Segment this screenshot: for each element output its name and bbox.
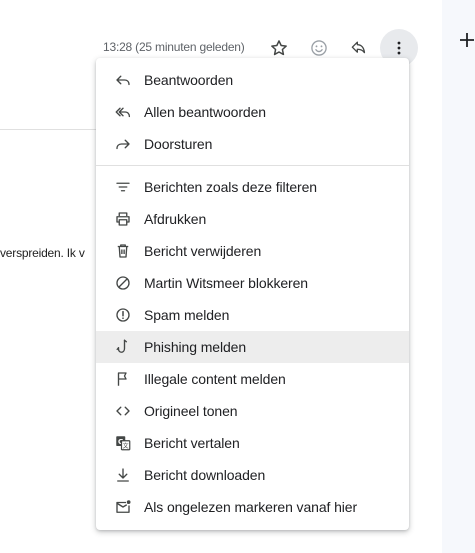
menu-item-forward[interactable]: Doorsturen	[96, 128, 409, 160]
menu-item-label: Illegale content melden	[144, 371, 286, 387]
menu-item-label: Als ongelezen markeren vanaf hier	[144, 499, 358, 515]
menu-item-download[interactable]: Bericht downloaden	[96, 459, 409, 491]
menu-item-label: Doorsturen	[144, 136, 213, 152]
print-icon	[114, 210, 132, 228]
menu-item-report-spam[interactable]: Spam melden	[96, 299, 409, 331]
menu-item-label: Berichten zoals deze filteren	[144, 179, 317, 195]
mark-unread-icon	[114, 498, 132, 516]
menu-item-reply[interactable]: Beantwoorden	[96, 64, 409, 96]
message-timestamp: 13:28 (25 minuten geleden)	[103, 40, 245, 54]
menu-item-label: Bericht verwijderen	[144, 243, 262, 259]
menu-item-show-original[interactable]: Origineel tonen	[96, 395, 409, 427]
report-icon	[114, 306, 132, 324]
download-icon	[114, 466, 132, 484]
menu-item-delete[interactable]: Bericht verwijderen	[96, 235, 409, 267]
message-options-menu: Beantwoorden Allen beantwoorden Doorstur…	[96, 58, 409, 530]
menu-item-label: Beantwoorden	[144, 72, 234, 88]
svg-text:文: 文	[123, 442, 129, 450]
menu-item-label: Origineel tonen	[144, 403, 238, 419]
menu-item-block-sender[interactable]: Martin Witsmeer blokkeren	[96, 267, 409, 299]
menu-item-print[interactable]: Afdrukken	[96, 203, 409, 235]
menu-item-report-illegal[interactable]: Illegale content melden	[96, 363, 409, 395]
plus-icon[interactable]	[459, 32, 475, 48]
forward-icon	[114, 135, 132, 153]
flag-icon	[114, 370, 132, 388]
header-divider	[0, 129, 100, 130]
menu-item-reply-all[interactable]: Allen beantwoorden	[96, 96, 409, 128]
block-icon	[114, 274, 132, 292]
more-vert-icon	[397, 41, 401, 55]
trash-icon	[114, 242, 132, 260]
message-body-snippet: verspreiden. Ik v	[0, 246, 85, 260]
menu-item-label: Bericht downloaden	[144, 467, 266, 483]
filter-icon	[114, 178, 132, 196]
menu-item-translate[interactable]: G文 Bericht vertalen	[96, 427, 409, 459]
star-icon[interactable]	[267, 36, 291, 60]
gmail-page: 13:28 (25 minuten geleden) verspreiden. …	[0, 0, 475, 553]
phishing-hook-icon	[114, 338, 132, 356]
menu-item-mark-unread[interactable]: Als ongelezen markeren vanaf hier	[96, 491, 409, 523]
reply-icon[interactable]	[347, 36, 371, 60]
menu-item-filter[interactable]: Berichten zoals deze filteren	[96, 171, 409, 203]
menu-item-report-phishing[interactable]: Phishing melden	[96, 331, 409, 363]
menu-item-label: Martin Witsmeer blokkeren	[144, 275, 308, 291]
reply-icon	[114, 71, 132, 89]
menu-item-label: Bericht vertalen	[144, 435, 240, 451]
translate-icon: G文	[114, 434, 132, 452]
menu-item-label: Phishing melden	[144, 339, 247, 355]
emoji-icon[interactable]	[307, 36, 331, 60]
menu-item-label: Spam melden	[144, 307, 230, 323]
menu-item-label: Allen beantwoorden	[144, 104, 266, 120]
code-icon	[114, 402, 132, 420]
menu-divider	[96, 165, 409, 166]
menu-item-label: Afdrukken	[144, 211, 207, 227]
reply-all-icon	[114, 103, 132, 121]
side-panel	[442, 0, 475, 553]
